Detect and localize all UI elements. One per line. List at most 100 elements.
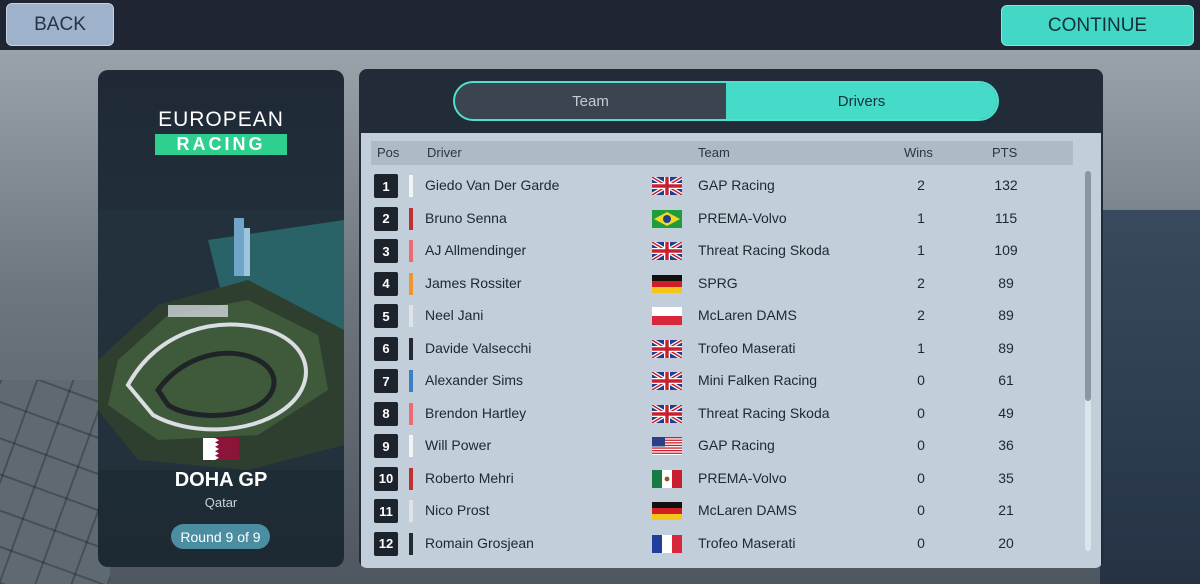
driver-name: Roberto Mehri (425, 469, 514, 486)
table-row[interactable]: 8 Brendon Hartley Threat Racing Skoda 0 49 (371, 399, 1073, 429)
wins-value: 0 (917, 469, 925, 486)
header-pts: PTS (992, 145, 1018, 160)
points-value: 132 (994, 177, 1018, 193)
driver-name: Romain Grosjean (425, 534, 534, 551)
series-logo-bottom: RACING (155, 134, 287, 155)
wins-value: 1 (917, 242, 925, 258)
team-color-bar (409, 500, 413, 522)
back-button[interactable]: BACK (6, 3, 114, 46)
wins-value: 2 (917, 274, 925, 291)
gb-flag-icon (650, 370, 684, 392)
standings-table: Pos Driver Team Wins PTS 1 Giedo Van Der … (361, 133, 1101, 568)
gp-name: DOHA GP (174, 469, 268, 491)
track-illustration (98, 210, 344, 470)
header-driver: Driver (427, 145, 462, 160)
wins-value: 0 (917, 534, 925, 551)
wins-value: 0 (917, 502, 925, 518)
team-color-bar (409, 305, 413, 327)
scrollbar-thumb[interactable] (1085, 171, 1091, 401)
fr-flag-icon (652, 534, 682, 553)
team-color-bar (409, 532, 413, 555)
points-value: 89 (998, 307, 1014, 323)
team-name: McLaren DAMS (698, 502, 797, 518)
wins-value: 0 (917, 404, 925, 421)
team-name: Threat Racing Skoda (698, 404, 830, 421)
driver-name: Neel Jani (425, 307, 484, 323)
series-logo-top: EUROPEAN (158, 108, 284, 131)
table-row[interactable]: 1 Giedo Van Der Garde GAP Racing 2 132 (371, 171, 1073, 201)
tab-team[interactable]: Team (455, 83, 726, 119)
scene-pavement (0, 380, 110, 584)
table-row[interactable]: 2 Bruno Senna PREMA-Volvo 1 115 (371, 204, 1073, 234)
continue-button[interactable]: CONTINUE (1001, 5, 1194, 46)
points-value: 35 (998, 469, 1014, 486)
wins-value: 1 (917, 339, 925, 356)
header-team: Team (698, 145, 730, 160)
tab-drivers[interactable]: Drivers (726, 83, 997, 119)
driver-name: Alexander Sims (425, 372, 524, 388)
points-value: 89 (998, 339, 1014, 356)
team-color-bar (409, 207, 413, 230)
team-name: GAP Racing (698, 437, 775, 453)
br-flag-icon (652, 209, 682, 228)
table-row[interactable]: 7 Alexander Sims Mini Falken Racing 0 61 (371, 366, 1073, 396)
position-badge: 2 (374, 206, 398, 231)
championship-card: EUROPEAN RACING DOHA GP Qatar Round 9 of… (98, 70, 344, 567)
points-value: 61 (998, 372, 1014, 388)
team-name: Trofeo Maserati (698, 534, 796, 551)
team-name: Threat Racing Skoda (698, 242, 830, 258)
position-badge: 3 (374, 239, 398, 263)
team-name: PREMA-Volvo (698, 209, 787, 226)
table-row[interactable]: 10 Roberto Mehri PREMA-Volvo 0 35 (371, 464, 1073, 494)
position-badge: 8 (374, 401, 398, 426)
team-name: SPRG (698, 274, 738, 291)
pl-flag-icon (652, 307, 682, 325)
points-value: 20 (998, 534, 1014, 551)
gp-country: Qatar (204, 495, 238, 510)
wins-value: 0 (917, 437, 925, 453)
team-color-bar (409, 467, 413, 490)
position-badge: 6 (374, 336, 398, 361)
table-row[interactable]: 9 Will Power GAP Racing 0 36 (371, 431, 1073, 461)
position-badge: 1 (374, 174, 398, 198)
points-value: 115 (994, 209, 1018, 226)
driver-name: AJ Allmendinger (425, 242, 527, 258)
driver-name: James Rossiter (425, 274, 522, 291)
header-pos: Pos (377, 145, 400, 160)
wins-value: 1 (917, 209, 925, 226)
table-row[interactable]: 12 Romain Grosjean Trofeo Maserati 0 20 (371, 529, 1073, 559)
table-row[interactable]: 6 Davide Valsecchi Trofeo Maserati 1 89 (371, 334, 1073, 364)
team-color-bar (409, 337, 413, 360)
team-name: McLaren DAMS (698, 307, 797, 323)
driver-name: Will Power (425, 437, 492, 453)
table-row[interactable]: 5 Neel Jani McLaren DAMS 2 89 (371, 301, 1073, 331)
position-badge: 9 (374, 434, 398, 458)
gb-flag-icon (650, 175, 684, 197)
wins-value: 0 (917, 372, 925, 388)
table-row[interactable]: 4 James Rossiter SPRG 2 89 (371, 269, 1073, 299)
us-flag-icon (652, 437, 682, 455)
team-color-bar (409, 175, 413, 197)
position-badge: 11 (374, 499, 398, 523)
team-color-bar (409, 402, 413, 425)
table-row[interactable]: 3 AJ Allmendinger Threat Racing Skoda 1 109 (371, 236, 1073, 266)
table-row[interactable]: 11 Nico Prost McLaren DAMS 0 21 (371, 496, 1073, 526)
header-wins: Wins (904, 145, 933, 160)
gb-flag-icon (650, 402, 684, 425)
team-name: Mini Falken Racing (698, 372, 818, 388)
points-value: 109 (994, 242, 1018, 258)
mx-flag-icon (652, 469, 682, 488)
team-name: Trofeo Maserati (698, 339, 796, 356)
position-badge: 7 (374, 369, 398, 393)
team-color-bar (409, 435, 413, 457)
points-value: 89 (998, 274, 1014, 291)
gb-flag-icon (650, 240, 684, 262)
team-name: PREMA-Volvo (698, 469, 787, 486)
position-badge: 12 (374, 531, 398, 556)
points-value: 21 (998, 502, 1014, 518)
team-color-bar (409, 370, 413, 392)
qatar-flag-icon (203, 438, 239, 460)
points-value: 36 (998, 437, 1014, 453)
points-value: 49 (998, 404, 1014, 421)
round-badge: Round 9 of 9 (171, 524, 270, 549)
